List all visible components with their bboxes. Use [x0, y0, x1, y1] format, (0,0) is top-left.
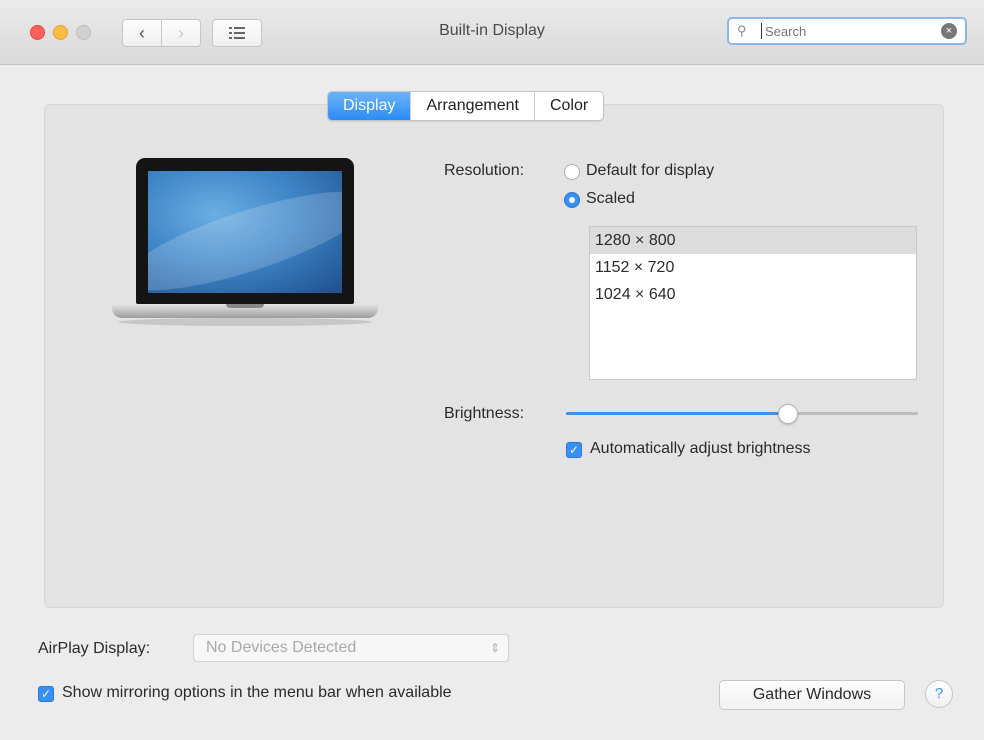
text-caret [761, 23, 762, 39]
laptop-notch [226, 304, 264, 308]
slider-fill [566, 412, 788, 415]
chevron-left-icon: ‹ [139, 22, 145, 43]
resolution-list[interactable]: 1280 × 800 1152 × 720 1024 × 640 [589, 226, 917, 380]
laptop-lid [136, 158, 354, 304]
search-input[interactable] [765, 22, 925, 40]
system-preferences-window: ‹ › Built-in Display ⚲ × Display Arrange… [0, 0, 984, 740]
auto-brightness-checkbox[interactable]: ✓ [566, 442, 582, 458]
airplay-select[interactable]: No Devices Detected ⇕ [193, 634, 509, 662]
gather-windows-button[interactable]: Gather Windows [719, 680, 905, 710]
default-resolution-label[interactable]: Default for display [586, 162, 714, 180]
airplay-select-value: No Devices Detected [206, 639, 357, 656]
zoom-window-button[interactable] [76, 25, 91, 40]
resolution-option[interactable]: 1024 × 640 [590, 281, 916, 308]
window-title: Built-in Display [439, 22, 545, 39]
clear-search-icon[interactable]: × [941, 23, 957, 39]
mirroring-label[interactable]: Show mirroring options in the menu bar w… [62, 684, 452, 702]
resolution-label: Resolution: [444, 162, 525, 179]
tab-arrangement[interactable]: Arrangement [411, 92, 535, 120]
close-window-button[interactable] [30, 25, 45, 40]
laptop-image [108, 156, 382, 334]
stepper-arrows-icon: ⇕ [489, 641, 500, 655]
tab-display[interactable]: Display [328, 92, 412, 120]
laptop-screen [148, 171, 342, 293]
forward-button[interactable]: › [161, 19, 201, 47]
chevron-right-icon: › [178, 22, 184, 43]
tab-color[interactable]: Color [535, 92, 603, 120]
scaled-resolution-radio[interactable] [564, 192, 580, 208]
brightness-label: Brightness: [444, 405, 525, 422]
grid-icon [229, 27, 245, 39]
slider-thumb[interactable] [778, 404, 798, 424]
help-button[interactable]: ? [925, 680, 953, 708]
resolution-option[interactable]: 1280 × 800 [590, 227, 916, 254]
airplay-label: AirPlay Display: [38, 640, 151, 657]
auto-brightness-label[interactable]: Automatically adjust brightness [590, 440, 811, 458]
laptop-shadow [118, 318, 372, 326]
search-field[interactable]: ⚲ × [727, 17, 967, 45]
show-all-button[interactable] [212, 19, 262, 47]
tab-bar: Display Arrangement Color [327, 91, 605, 121]
scaled-resolution-label[interactable]: Scaled [586, 190, 635, 208]
brightness-slider[interactable] [566, 404, 918, 424]
search-icon: ⚲ [737, 23, 747, 38]
minimize-window-button[interactable] [53, 25, 68, 40]
default-resolution-radio[interactable] [564, 164, 580, 180]
title-bar: ‹ › Built-in Display ⚲ × [0, 0, 984, 65]
back-button[interactable]: ‹ [122, 19, 162, 47]
resolution-option[interactable]: 1152 × 720 [590, 254, 916, 281]
mirroring-checkbox[interactable]: ✓ [38, 686, 54, 702]
